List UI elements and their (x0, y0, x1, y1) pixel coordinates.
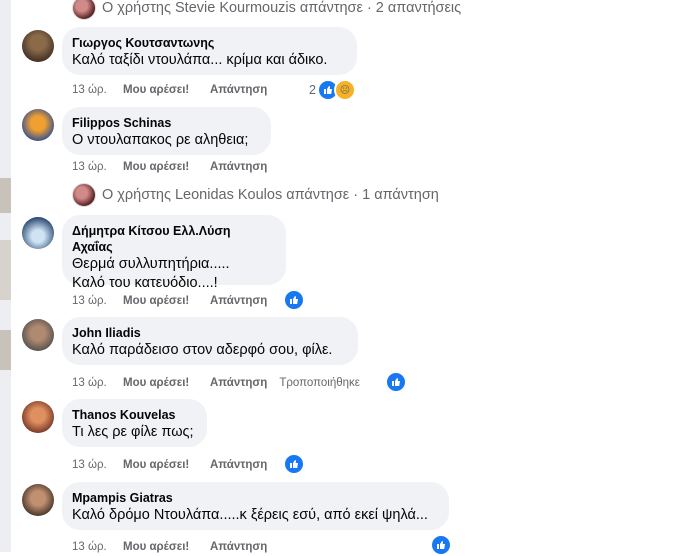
background-image-fragment (0, 240, 11, 300)
comment-actions: 13 ώρ. Μου αρέσει! Απάντηση (72, 158, 267, 176)
view-replies-text: Ο χρήστης Stevie Kourmouzis απάντησε · 2… (102, 0, 462, 16)
comment-author[interactable]: John Iliadis (72, 325, 346, 341)
comment-actions: 13 ώρ. Μου αρέσει! Απάντηση (72, 538, 267, 556)
comment-author[interactable]: Filippos Schinas (72, 115, 259, 131)
comment-time[interactable]: 13 ώρ. (72, 541, 123, 553)
like-button[interactable]: Μου αρέσει! (123, 377, 210, 389)
reply-button[interactable]: Απάντηση (210, 541, 267, 553)
background-image-fragment (0, 330, 11, 370)
comment-actions: 13 ώρ. Μου αρέσει! Απάντηση (72, 292, 267, 310)
avatar[interactable] (22, 217, 54, 249)
reaction-summary[interactable]: 2 ☹ (309, 79, 356, 101)
avatar[interactable] (22, 319, 54, 351)
comment-text: Καλό ταξίδι ντουλάπα... κρίμα και άδικο. (72, 52, 328, 68)
comment-bubble: Δήμητρα Κίτσου Ελλ.Λύση Αχαΐας Θερμά συλ… (62, 215, 286, 291)
comment-author[interactable]: Γιωργος Κουτσαντωνης (72, 35, 345, 51)
comment-text: Καλό παράδεισο στον αδερφό σου, φίλε. (72, 342, 333, 358)
comment-time[interactable]: 13 ώρ. (72, 84, 123, 96)
comment-text: Καλό δρόμο Ντουλάπα.....κ ξέρεις εσύ, απ… (72, 507, 428, 523)
like-button[interactable]: Μου αρέσει! (123, 459, 210, 471)
comment-time[interactable]: 13 ώρ. (72, 295, 123, 307)
view-replies-link[interactable]: Ο χρήστης Leonidas Koulos απάντησε · 1 α… (72, 183, 439, 207)
sad-reaction-icon: ☹ (333, 79, 356, 101)
reply-button[interactable]: Απάντηση (210, 459, 267, 471)
comment-time[interactable]: 13 ώρ. (72, 377, 123, 389)
comment-time[interactable]: 13 ώρ. (72, 459, 123, 471)
reply-button[interactable]: Απάντηση (210, 161, 267, 173)
like-icon (385, 371, 407, 393)
like-icon (283, 289, 305, 311)
comment-author[interactable]: Δήμητρα Κίτσου Ελλ.Λύση Αχαΐας (72, 223, 274, 255)
comment-bubble: John Iliadis Καλό παράδεισο στον αδερφό … (62, 317, 358, 365)
reply-button[interactable]: Απάντηση (210, 84, 267, 96)
edited-label: Τροποποιήθηκε (279, 377, 360, 389)
comment-text: Τι λες ρε φίλε πως; (72, 424, 194, 440)
like-icon (283, 453, 305, 475)
background-image-fragment (0, 178, 11, 213)
reaction-count: 2 (309, 83, 316, 97)
replier-avatar (72, 0, 96, 20)
comment-bubble: Γιωργος Κουτσαντωνης Καλό ταξίδι ντουλάπ… (62, 27, 357, 75)
left-page-strip (0, 0, 11, 552)
avatar[interactable] (22, 30, 54, 62)
reaction-summary[interactable] (430, 534, 452, 556)
like-button[interactable]: Μου αρέσει! (123, 541, 210, 553)
reaction-summary[interactable] (385, 371, 407, 393)
comment-actions: 13 ώρ. Μου αρέσει! Απάντηση (72, 81, 267, 99)
comment-bubble: Thanos Kouvelas Τι λες ρε φίλε πως; (62, 399, 207, 447)
like-icon (430, 534, 452, 556)
comment-text: Θερμά συλλυπητήρια..... (72, 256, 230, 272)
avatar[interactable] (22, 109, 54, 141)
view-replies-link[interactable]: Ο χρήστης Stevie Kourmouzis απάντησε · 2… (72, 0, 461, 20)
reply-button[interactable]: Απάντηση (210, 295, 267, 307)
reaction-summary[interactable] (283, 453, 305, 475)
like-button[interactable]: Μου αρέσει! (123, 295, 210, 307)
comment-time[interactable]: 13 ώρ. (72, 161, 123, 173)
reaction-summary[interactable] (283, 289, 305, 311)
comment-bubble: Filippos Schinas Ο ντουλαπακος ρε αληθει… (62, 107, 271, 155)
like-button[interactable]: Μου αρέσει! (123, 84, 210, 96)
replier-avatar (72, 183, 96, 207)
comment-text: Ο ντουλαπακος ρε αληθεια; (72, 132, 249, 148)
comment-author[interactable]: Thanos Kouvelas (72, 407, 195, 423)
view-replies-text: Ο χρήστης Leonidas Koulos απάντησε · 1 α… (102, 187, 439, 203)
avatar[interactable] (22, 401, 54, 433)
comment-actions: 13 ώρ. Μου αρέσει! Απάντηση Τροποποιήθηκ… (72, 374, 360, 392)
comment-actions: 13 ώρ. Μου αρέσει! Απάντηση (72, 456, 267, 474)
comment-author[interactable]: Mpampis Giatras (72, 490, 437, 506)
reply-button[interactable]: Απάντηση (210, 377, 267, 389)
like-button[interactable]: Μου αρέσει! (123, 161, 210, 173)
avatar[interactable] (22, 484, 54, 516)
comment-bubble: Mpampis Giatras Καλό δρόμο Ντουλάπα.....… (62, 482, 449, 530)
comment-text: Καλό του κατευόδιο....! (72, 275, 218, 291)
